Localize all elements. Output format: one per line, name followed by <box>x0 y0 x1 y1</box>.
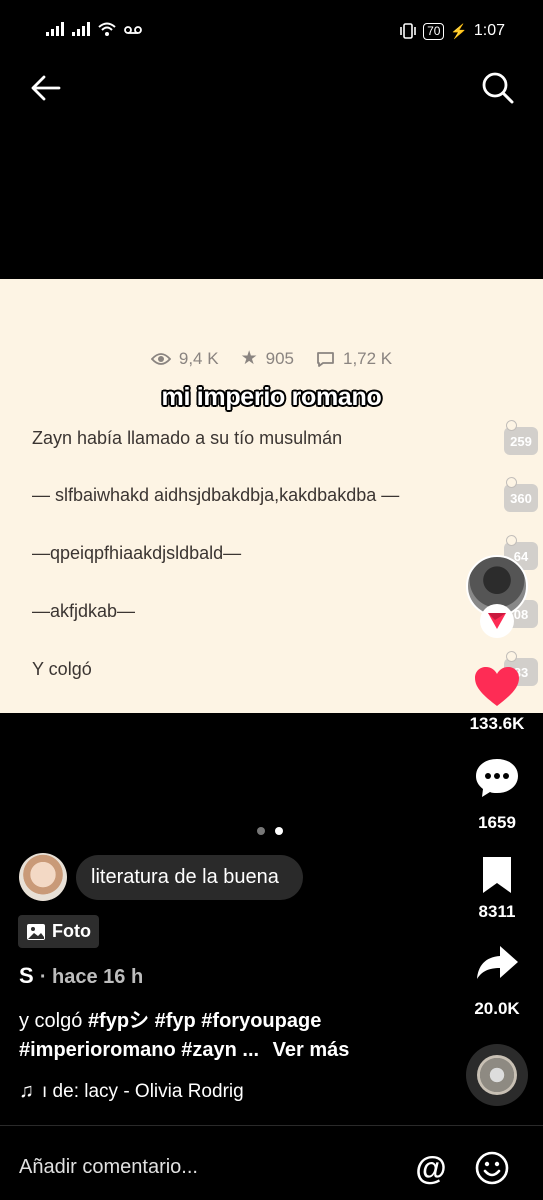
story-line: —akfjdkab— <box>32 601 136 621</box>
search-button[interactable] <box>478 68 518 108</box>
emoji-button[interactable] <box>472 1148 512 1188</box>
like-button[interactable] <box>470 662 524 712</box>
eye-icon <box>150 352 171 365</box>
story-line: Zayn había llamado a su tío musulmán <box>32 428 343 448</box>
author-name[interactable]: S <box>19 963 34 988</box>
stars-stat: ★ 905 <box>241 347 294 370</box>
signal-icon-2 <box>72 22 90 36</box>
story-line: Y colgó <box>32 659 92 679</box>
post-description: y colgó #fypシ #fyp #foryoupage #imperior… <box>19 1007 439 1065</box>
description-text: y colgó <box>19 1010 83 1032</box>
photo-mode-badge: Foto <box>18 915 99 948</box>
mention-button[interactable]: @ <box>411 1148 451 1188</box>
story-title: mi imperio romano <box>161 383 382 411</box>
status-bar: 70 ⚡ 1:07 <box>0 0 543 60</box>
vibrate-icon <box>400 23 416 39</box>
follow-button[interactable] <box>480 604 514 638</box>
description-line-1: y colgó #fypシ #fyp #foryoupage <box>19 1007 439 1036</box>
author-line[interactable]: S · hace 16 h <box>19 963 143 989</box>
paragraph-comment-badge[interactable]: 259 <box>504 420 538 455</box>
views-stat: 9,4 K <box>150 347 219 370</box>
story-stats: 9,4 K ★ 905 1,72 K <box>0 347 543 370</box>
comment-button[interactable] <box>470 753 524 803</box>
photo-mode-label: Foto <box>52 921 91 941</box>
comment-bubble-icon <box>476 759 518 797</box>
comment-outline-icon <box>317 351 334 367</box>
charging-icon: ⚡ <box>450 22 468 39</box>
stars-count: 905 <box>265 348 294 368</box>
clock: 1:07 <box>473 22 505 39</box>
at-icon: @ <box>415 1149 447 1186</box>
save-count: 8311 <box>478 902 516 921</box>
music-note-icon: ♫ <box>19 1080 34 1102</box>
signal-icon <box>46 22 64 36</box>
comments-stat-count: 1,72 K <box>342 348 393 368</box>
heart-icon <box>475 667 519 706</box>
carousel-dot <box>257 827 265 835</box>
voicemail-icon <box>124 26 142 34</box>
share-arrow-icon <box>477 946 518 979</box>
back-button[interactable] <box>26 68 66 108</box>
music-track[interactable]: ♫ ı de: lacy - Olivia Rodrig <box>19 1080 291 1103</box>
battery-level: 70 <box>423 22 445 40</box>
comment-input[interactable]: Añadir comentario... <box>19 1156 198 1179</box>
star-icon: ★ <box>240 348 258 369</box>
comment-bar: Añadir comentario... @ <box>0 1125 543 1200</box>
status-left-icons <box>46 22 142 36</box>
image-icon <box>27 923 45 940</box>
smiley-icon <box>475 1151 509 1185</box>
share-count: 20.0K <box>474 999 520 1018</box>
status-right-icons: 70 ⚡ 1:07 <box>399 22 505 40</box>
post-time-separator: · <box>39 966 53 988</box>
share-button[interactable] <box>470 938 524 988</box>
save-button[interactable] <box>470 850 524 900</box>
carousel-dot-active <box>275 827 283 835</box>
follow-arrow-icon <box>488 613 506 629</box>
like-count: 133.6K <box>469 714 525 733</box>
paragraph-comment-badge[interactable]: 360 <box>504 477 538 512</box>
wifi-icon <box>98 22 116 36</box>
story-line: —qpeiqpfhiaakdjsldbald— <box>32 543 242 563</box>
post-time: hace 16 h <box>52 966 144 988</box>
featured-comment-bubble[interactable]: literatura de la buena <box>76 855 303 900</box>
see-more-link[interactable]: Ver más <box>273 1039 350 1061</box>
music-disc[interactable] <box>466 1044 528 1106</box>
commenter-avatar[interactable] <box>19 853 67 901</box>
search-icon <box>482 72 514 104</box>
back-arrow-icon <box>31 75 61 101</box>
hashtags[interactable]: #imperioromano #zayn ... <box>19 1039 259 1061</box>
carousel-indicator <box>257 827 283 835</box>
bookmark-icon <box>483 857 511 893</box>
description-line-2: #imperioromano #zayn ... Ver más <box>19 1036 439 1065</box>
story-line: — slfbaiwhakd aidhsjdbakdbja,kakdbakdba … <box>32 485 400 505</box>
music-title: ı de: lacy - Olivia Rodrig <box>42 1080 244 1102</box>
hashtags[interactable]: #fypシ #fyp #foryoupage <box>88 1010 321 1032</box>
views-count: 9,4 K <box>178 348 219 368</box>
photo-slide[interactable]: 9,4 K ★ 905 1,72 K mi imperio romano Zay… <box>0 279 543 713</box>
comments-stat: 1,72 K <box>316 347 392 370</box>
music-disc-cover <box>477 1055 517 1095</box>
comment-count: 1659 <box>478 813 516 832</box>
